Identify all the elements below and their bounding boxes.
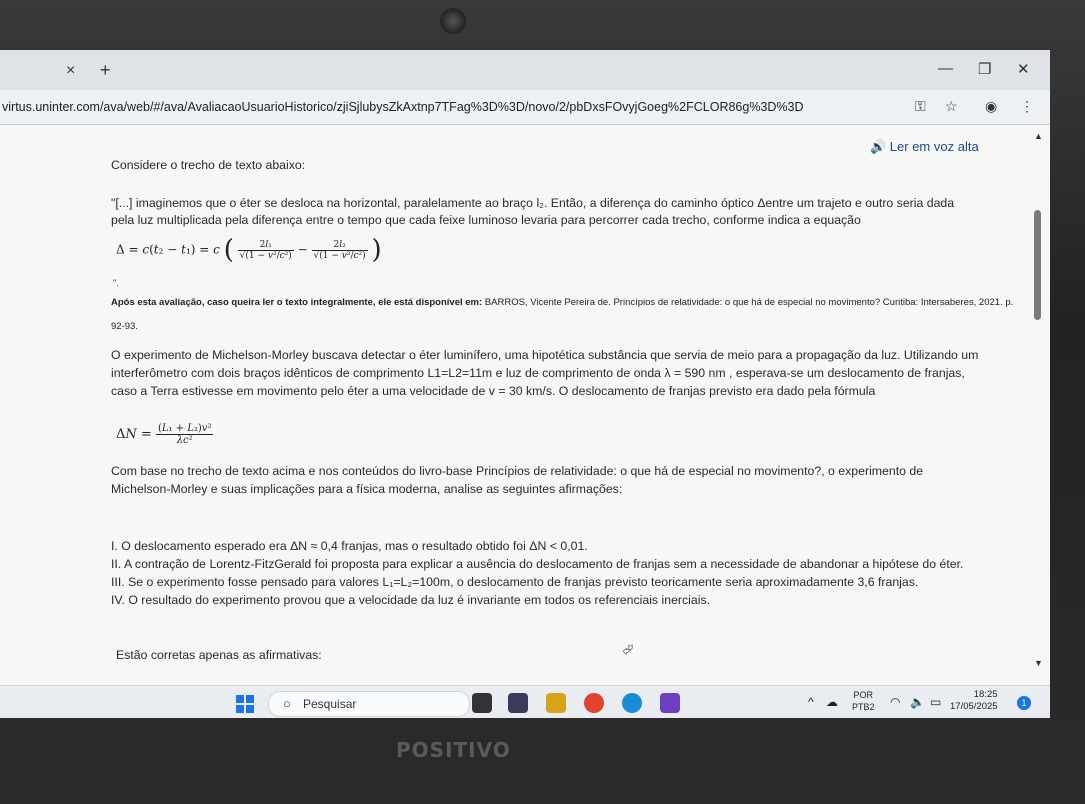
question-prompt: Estão corretas apenas as afirmativas:	[116, 648, 322, 662]
source-pages: 92-93.	[111, 321, 138, 332]
file-explorer-icon[interactable]	[546, 693, 566, 713]
scroll-up-icon[interactable]: ▲	[1034, 131, 1043, 141]
read-aloud-button[interactable]: 🔊 Ler em voz alta	[870, 139, 979, 155]
chevron-up-icon[interactable]: ^	[808, 695, 814, 709]
bookmark-star-icon[interactable]: ☆	[945, 98, 958, 115]
url-field[interactable]: virtus.uninter.com/ava/web/#/ava/Avaliac…	[2, 100, 804, 114]
paragraph-1-line-1: O experimento de Michelson-Morley buscav…	[111, 348, 979, 362]
menu-dots-icon[interactable]: ⋮	[1020, 98, 1034, 115]
clock-time: 18:25	[973, 689, 998, 700]
mouse-cursor-icon: ⮰	[622, 641, 634, 657]
windows-start-icon[interactable]	[236, 695, 254, 713]
source-note: Após esta avaliação, caso queira ler o t…	[111, 296, 1021, 310]
address-bar: virtus.uninter.com/ava/web/#/ava/Avaliac…	[0, 90, 1050, 125]
clock-date: 17/05/2025	[950, 701, 998, 712]
store-icon[interactable]	[660, 693, 680, 713]
scrollbar-thumb[interactable]	[1034, 210, 1041, 320]
delta-equation: Δ = c(t₂ − t₁) = c ( 2l₁ √(1 − v²/c²) − …	[116, 235, 382, 265]
quote-line-1: "[...] imaginemos que o éter se desloca …	[111, 196, 955, 210]
statement-4: IV. O resultado do experimento provou qu…	[111, 593, 711, 607]
quote-line-2: pela luz multiplicada pela diferença ent…	[111, 213, 861, 227]
paragraph-2-line-1: Com base no trecho de texto acima e nos …	[111, 464, 924, 478]
profile-icon[interactable]: ◉	[985, 98, 997, 115]
statement-3: III. Se o experimento fosse pensado para…	[111, 575, 919, 589]
statement-2: II. A contração de Lorentz-FitzGerald fo…	[111, 557, 964, 571]
quote-end: ".	[113, 278, 119, 288]
minimize-icon[interactable]: —	[938, 60, 953, 77]
cloud-sync-icon[interactable]: ☁	[826, 695, 838, 709]
keyboard-layout: PTB2	[852, 702, 875, 712]
laptop-brand-logo: POSITIVO	[396, 738, 511, 762]
search-placeholder: Pesquisar	[303, 697, 357, 711]
restore-icon[interactable]: ❐	[978, 60, 991, 78]
password-key-icon[interactable]: ⚿	[915, 98, 926, 115]
system-clock[interactable]: 18:25 17/05/2025	[950, 689, 998, 713]
edge-icon[interactable]	[622, 693, 642, 713]
intro-text: Considere o trecho de texto abaixo:	[111, 158, 306, 172]
paragraph-1-line-3: caso a Terra estivesse em movimento pelo…	[111, 384, 876, 398]
language-indicator[interactable]: POR PTB2	[852, 689, 875, 713]
scroll-down-icon[interactable]: ▼	[1034, 658, 1043, 668]
source-reference: BARROS, Vicente Pereira de. Princípios d…	[482, 297, 1014, 308]
volume-icon[interactable]: 🔈	[910, 695, 925, 709]
close-tab-icon[interactable]: ×	[66, 62, 75, 80]
notification-icon[interactable]: 1	[1017, 696, 1031, 710]
window-close-icon[interactable]: ✕	[1017, 60, 1030, 78]
question-page: ▲ ▼ 🔊 Ler em voz alta Considere o trecho…	[0, 125, 1050, 685]
browser-tab-bar: × + — ❐ ✕	[0, 50, 1050, 90]
task-view-icon[interactable]	[472, 693, 492, 713]
wifi-icon[interactable]: ◠	[890, 695, 900, 709]
new-tab-button[interactable]: +	[100, 60, 111, 81]
search-icon: ○	[283, 696, 291, 711]
paragraph-1-line-2: interferômetro com dois braços idênticos…	[111, 366, 965, 380]
webcam	[440, 8, 466, 34]
source-note-bold: Após esta avaliação, caso queira ler o t…	[111, 297, 483, 308]
chrome-icon[interactable]	[584, 693, 604, 713]
paragraph-2-line-2: Michelson-Morley e suas implicações para…	[111, 482, 623, 496]
windows-taskbar: ○ Pesquisar ^ ☁ POR PTB2 ◠ 🔈 ▭ 18:25 17/…	[0, 685, 1050, 718]
chat-icon[interactable]	[508, 693, 528, 713]
statement-1: I. O deslocamento esperado era ΔN ≈ 0,4 …	[111, 539, 588, 553]
language-code: POR	[853, 690, 874, 700]
battery-icon[interactable]: ▭	[930, 695, 941, 709]
taskbar-search[interactable]: ○ Pesquisar	[268, 691, 470, 717]
fringe-shift-equation: ΔN = (L₁ + L₂)v² λc²	[116, 423, 214, 446]
screen: × + — ❐ ✕ virtus.uninter.com/ava/web/#/a…	[0, 50, 1050, 718]
